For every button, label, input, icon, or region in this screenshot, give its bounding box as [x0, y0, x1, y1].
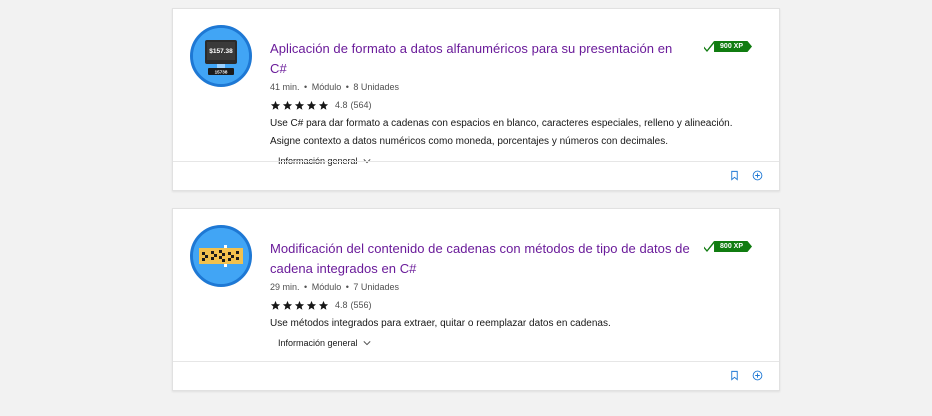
star-icon	[282, 300, 293, 311]
xp-value: 900 XP	[714, 41, 752, 52]
rating-count: (556)	[350, 300, 372, 310]
rating: 4.8 (564)	[270, 99, 750, 111]
star-icon	[270, 100, 281, 111]
overview-toggle[interactable]: Información general	[278, 338, 371, 348]
card-body: $157.38 15738 Aplicación de formato a da…	[173, 9, 779, 166]
icon-price-text: $157.38	[209, 48, 233, 55]
module-meta: 29 min. • Módulo • 7 Unidades	[270, 281, 750, 293]
chevron-down-icon	[363, 339, 371, 347]
xp-badge: 800 XP	[704, 241, 752, 252]
module-description: Use métodos integrados para extraer, qui…	[270, 318, 611, 329]
module-card: Modificación del contenido de cadenas co…	[172, 208, 780, 391]
module-title-link[interactable]: Aplicación de formato a datos alfanuméri…	[270, 39, 690, 79]
meta-separator: •	[345, 282, 349, 292]
star-icon	[318, 100, 329, 111]
star-rating	[270, 100, 329, 111]
card-footer	[173, 361, 779, 390]
bookmark-icon[interactable]	[729, 170, 740, 181]
card-body: Modificación del contenido de cadenas co…	[173, 209, 779, 363]
card-content: Modificación del contenido de cadenas co…	[270, 239, 750, 351]
icon-number-text: 15738	[215, 70, 228, 75]
module-type: Módulo	[311, 282, 342, 292]
module-card: $157.38 15738 Aplicación de formato a da…	[172, 8, 780, 191]
card-footer	[173, 161, 779, 190]
star-icon	[294, 100, 305, 111]
meta-separator: •	[304, 282, 308, 292]
star-icon	[306, 300, 317, 311]
module-meta: 41 min. • Módulo • 8 Unidades	[270, 81, 750, 93]
string-blocks-icon	[190, 225, 252, 287]
meta-separator: •	[304, 82, 308, 92]
module-title-link[interactable]: Modificación del contenido de cadenas co…	[270, 239, 690, 279]
star-icon	[270, 300, 281, 311]
meta-separator: •	[345, 82, 349, 92]
checkmark-icon	[704, 41, 715, 52]
unit-count: 8 Unidades	[353, 82, 399, 92]
star-icon	[294, 300, 305, 311]
star-icon	[306, 100, 317, 111]
rating-value: 4.8	[335, 100, 348, 110]
card-content: Aplicación de formato a datos alfanuméri…	[270, 39, 750, 169]
star-rating	[270, 300, 329, 311]
duration: 29 min.	[270, 282, 300, 292]
module-type: Módulo	[311, 82, 342, 92]
bookmark-icon[interactable]	[729, 370, 740, 381]
xp-badge: 900 XP	[704, 41, 752, 52]
rating-count: (564)	[350, 100, 372, 110]
overview-label: Información general	[278, 338, 358, 348]
duration: 41 min.	[270, 82, 300, 92]
star-icon	[282, 100, 293, 111]
checkmark-icon	[704, 241, 715, 252]
rating-value: 4.8	[335, 300, 348, 310]
module-description: Use C# para dar formato a cadenas con es…	[270, 118, 733, 147]
unit-count: 7 Unidades	[353, 282, 399, 292]
rating: 4.8 (556)	[270, 299, 750, 311]
add-circle-icon[interactable]	[752, 170, 763, 181]
monitor-price-icon: $157.38 15738	[190, 25, 252, 87]
add-circle-icon[interactable]	[752, 370, 763, 381]
xp-value: 800 XP	[714, 241, 752, 252]
star-icon	[318, 300, 329, 311]
